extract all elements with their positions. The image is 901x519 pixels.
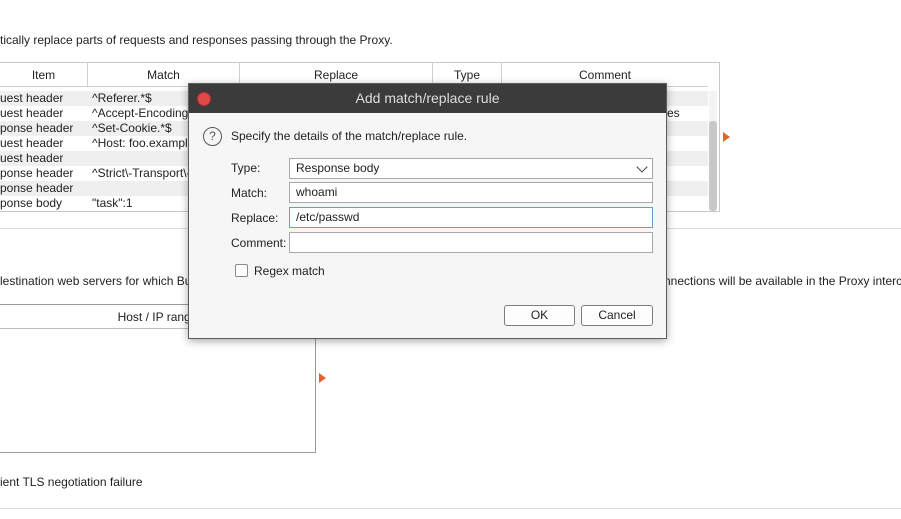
tls-failure-option-label: ient TLS negotiation failure bbox=[0, 475, 143, 489]
match-input[interactable]: whoami bbox=[289, 182, 653, 203]
cell-match: ^Strict\-Transport\- bbox=[92, 166, 191, 180]
type-label: Type: bbox=[231, 161, 261, 175]
expand-arrow-icon[interactable] bbox=[723, 132, 730, 142]
dialog-description: Specify the details of the match/replace… bbox=[231, 129, 468, 143]
cell-match: ^Host: foo.example bbox=[92, 136, 195, 150]
tls-passthrough-description-right: nnections will be available in the Proxy… bbox=[664, 274, 901, 288]
cell-item: uest header bbox=[0, 151, 64, 165]
ok-button[interactable]: OK bbox=[504, 305, 575, 326]
cell-item: uest header bbox=[0, 106, 64, 120]
rules-description: tically replace parts of requests and re… bbox=[0, 33, 393, 47]
comment-label: Comment: bbox=[231, 236, 287, 250]
rules-scrollbar-thumb[interactable] bbox=[709, 121, 717, 211]
dialog-title: Add match/replace rule bbox=[189, 84, 666, 113]
expand-arrow-icon[interactable] bbox=[319, 373, 326, 383]
replace-label: Replace: bbox=[231, 211, 279, 225]
comment-input[interactable] bbox=[289, 232, 653, 253]
cell-item: uest header bbox=[0, 136, 64, 150]
regex-match-checkbox[interactable] bbox=[235, 264, 248, 277]
cell-match: ^Accept-Encoding.* bbox=[92, 106, 197, 120]
type-select-value: Response body bbox=[296, 161, 380, 175]
tls-passthrough-description: lestination web servers for which Burp v bbox=[0, 274, 212, 288]
chevron-down-icon bbox=[636, 161, 648, 173]
match-label: Match: bbox=[231, 186, 268, 200]
cell-match: "task":1 bbox=[92, 196, 133, 210]
cell-comment: es bbox=[667, 106, 680, 120]
cell-item: ponse header bbox=[0, 166, 74, 180]
cell-match: ^Referer.*$ bbox=[92, 91, 152, 105]
cell-item: ponse header bbox=[0, 181, 74, 195]
cell-item: ponse header bbox=[0, 121, 74, 135]
cell-item: uest header bbox=[0, 91, 64, 105]
cell-match: ^Set-Cookie.*$ bbox=[92, 121, 172, 135]
cell-item: ponse body bbox=[0, 196, 63, 210]
column-header-item[interactable]: Item bbox=[0, 63, 88, 87]
replace-input[interactable]: /etc/passwd bbox=[289, 207, 653, 228]
close-icon[interactable] bbox=[197, 92, 211, 106]
type-select[interactable]: Response body bbox=[289, 158, 653, 179]
add-match-replace-dialog: Add match/replace rule ? Specify the det… bbox=[188, 83, 667, 339]
help-icon: ? bbox=[203, 127, 222, 146]
regex-match-label[interactable]: Regex match bbox=[254, 264, 325, 278]
cancel-button[interactable]: Cancel bbox=[581, 305, 653, 326]
section-divider bbox=[0, 508, 901, 509]
